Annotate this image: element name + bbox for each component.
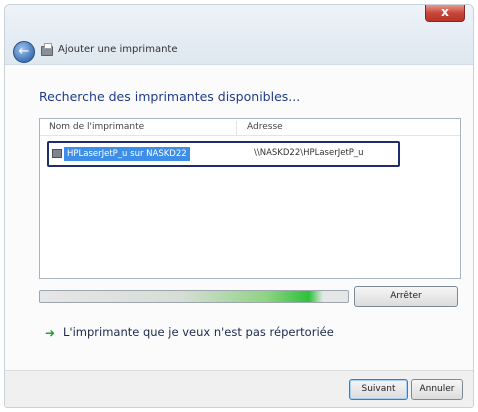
list-header: Nom de l'imprimante Adresse	[40, 119, 460, 136]
printer-icon	[52, 149, 62, 158]
window-title: Ajouter une imprimante	[58, 44, 178, 55]
printer-icon	[41, 43, 53, 56]
page-heading: Recherche des imprimantes disponibles...	[39, 89, 301, 104]
table-row[interactable]: HPLaserJetP_u sur NASKD22 \\NASKD22\HPLa…	[47, 141, 400, 167]
close-button[interactable]: x	[425, 5, 465, 22]
cancel-button[interactable]: Annuler	[411, 379, 463, 400]
column-header-name[interactable]: Nom de l'imprimante	[49, 122, 144, 132]
green-arrow-icon: ➜	[45, 326, 56, 340]
column-separator[interactable]	[236, 121, 237, 135]
add-printer-dialog: x ← Ajouter une imprimante Recherche des…	[4, 4, 474, 408]
search-progress-bar	[39, 290, 349, 303]
column-header-address[interactable]: Adresse	[247, 122, 283, 132]
next-button[interactable]: Suivant	[349, 379, 408, 400]
stop-button[interactable]: Arrêter	[354, 286, 458, 307]
back-arrow-icon[interactable]: ←	[13, 41, 35, 63]
progress-fill	[40, 291, 324, 302]
printer-address: \\NASKD22\HPLaserJetP_u	[254, 148, 364, 158]
title-bar: x ← Ajouter une imprimante	[5, 5, 473, 65]
printer-name: HPLaserJetP_u sur NASKD22	[64, 147, 190, 161]
printer-list[interactable]: Nom de l'imprimante Adresse HPLaserJetP_…	[39, 118, 461, 279]
not-listed-link-text[interactable]: L'imprimante que je veux n'est pas réper…	[63, 325, 334, 339]
